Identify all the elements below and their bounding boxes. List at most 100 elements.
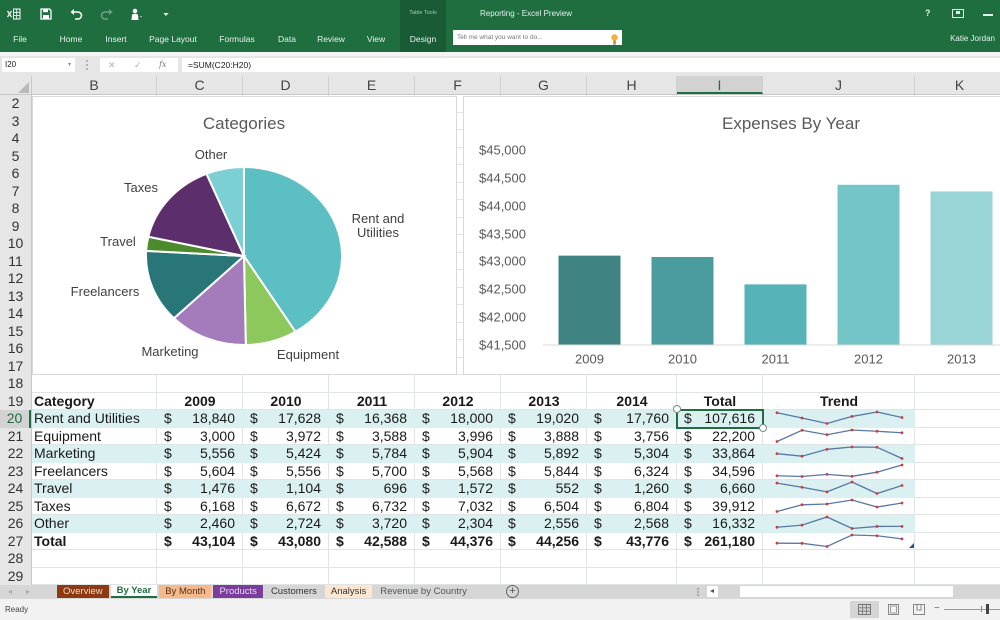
trend-cell[interactable] — [763, 463, 915, 481]
trend-sparkline[interactable] — [763, 428, 915, 446]
value-cell[interactable]: $5,904 — [415, 445, 501, 463]
sheet-tab-by-year[interactable]: By Year — [110, 585, 158, 598]
total-cell[interactable]: $107,616 — [677, 410, 763, 428]
value-cell[interactable]: $3,996 — [415, 428, 501, 446]
total-cell[interactable]: $22,200 — [677, 428, 763, 446]
trend-cell[interactable] — [763, 428, 915, 446]
trend-cell[interactable] — [763, 480, 915, 498]
bar-2011[interactable] — [744, 284, 807, 345]
trend-cell[interactable] — [763, 515, 915, 533]
value-cell[interactable]: $2,568 — [587, 515, 677, 533]
value-cell[interactable]: $5,784 — [329, 445, 415, 463]
value-cell[interactable]: $1,476 — [157, 480, 243, 498]
value-cell[interactable]: $5,700 — [329, 463, 415, 481]
zoom-slider-thumb[interactable] — [986, 604, 989, 614]
value-cell[interactable]: $6,504 — [501, 498, 587, 516]
value-cell[interactable]: $44,256 — [501, 533, 587, 551]
value-cell[interactable]: $7,032 — [415, 498, 501, 516]
value-cell[interactable]: $5,892 — [501, 445, 587, 463]
value-cell[interactable]: $2,460 — [157, 515, 243, 533]
header-year-2011[interactable]: 2011 — [329, 393, 415, 411]
value-cell[interactable]: $3,888 — [501, 428, 587, 446]
total-cell[interactable]: $34,596 — [677, 463, 763, 481]
value-cell[interactable]: $5,424 — [243, 445, 329, 463]
value-cell[interactable]: $1,260 — [587, 480, 677, 498]
value-cell[interactable]: $19,020 — [501, 410, 587, 428]
value-cell[interactable]: $696 — [329, 480, 415, 498]
row-label-taxes[interactable]: Taxes — [32, 498, 157, 516]
value-cell[interactable]: $1,104 — [243, 480, 329, 498]
trend-sparkline[interactable] — [763, 445, 915, 463]
sheet-nav-prev-icon[interactable]: ◂ — [8, 585, 12, 598]
header-year-2012[interactable]: 2012 — [415, 393, 501, 411]
header-total[interactable]: Total — [677, 393, 763, 411]
value-cell[interactable]: $44,376 — [415, 533, 501, 551]
header-trend[interactable]: Trend — [763, 393, 915, 411]
value-cell[interactable]: $3,720 — [329, 515, 415, 533]
new-sheet-button[interactable]: + — [506, 585, 519, 598]
sheet-tab-customers[interactable]: Customers — [264, 585, 323, 598]
selection-handle-bottom-right[interactable] — [759, 424, 767, 432]
value-cell[interactable]: $6,324 — [587, 463, 677, 481]
trend-sparkline[interactable] — [763, 533, 915, 551]
value-cell[interactable]: $5,568 — [415, 463, 501, 481]
sheet-tab-analysis[interactable]: Analysis — [324, 585, 373, 598]
value-cell[interactable]: $43,080 — [243, 533, 329, 551]
trend-sparkline[interactable] — [763, 410, 915, 428]
value-cell[interactable]: $18,840 — [157, 410, 243, 428]
trend-sparkline[interactable] — [763, 480, 915, 498]
header-year-2009[interactable]: 2009 — [157, 393, 243, 411]
header-category[interactable]: Category — [32, 393, 157, 411]
row-label-total[interactable]: Total — [32, 533, 157, 551]
bar-2009[interactable] — [558, 255, 621, 345]
value-cell[interactable]: $5,556 — [243, 463, 329, 481]
value-cell[interactable]: $3,972 — [243, 428, 329, 446]
bar-2010[interactable] — [651, 256, 714, 345]
value-cell[interactable]: $42,588 — [329, 533, 415, 551]
value-cell[interactable]: $6,168 — [157, 498, 243, 516]
trend-sparkline[interactable] — [763, 463, 915, 481]
scroll-left-icon[interactable] — [707, 586, 718, 597]
row-label-other[interactable]: Other — [32, 515, 157, 533]
total-cell[interactable]: $261,180 — [677, 533, 763, 551]
sheet-nav-next-icon[interactable]: ▸ — [26, 585, 30, 598]
header-year-2010[interactable]: 2010 — [243, 393, 329, 411]
row-label-equipment[interactable]: Equipment — [32, 428, 157, 446]
value-cell[interactable]: $2,556 — [501, 515, 587, 533]
value-cell[interactable]: $1,572 — [415, 480, 501, 498]
value-cell[interactable]: $6,732 — [329, 498, 415, 516]
sheet-tab-revenue-by-country[interactable]: Revenue by Country — [374, 585, 473, 598]
sheet-tab-overview[interactable]: Overview — [57, 585, 109, 598]
sheet-tab-by-month[interactable]: By Month — [159, 585, 212, 598]
trend-cell[interactable] — [763, 445, 915, 463]
value-cell[interactable]: $43,776 — [587, 533, 677, 551]
selection-handle-top-left[interactable] — [673, 405, 681, 413]
table-resize-handle[interactable] — [909, 543, 914, 548]
horizontal-scrollbar-thumb[interactable] — [740, 586, 953, 597]
tab-split-handle[interactable] — [697, 588, 699, 596]
row-label-rent-and-utilities[interactable]: Rent and Utilities — [32, 410, 157, 428]
value-cell[interactable]: $16,368 — [329, 410, 415, 428]
total-cell[interactable]: $33,864 — [677, 445, 763, 463]
row-label-freelancers[interactable]: Freelancers — [32, 463, 157, 481]
trend-cell[interactable] — [763, 410, 915, 428]
value-cell[interactable]: $6,804 — [587, 498, 677, 516]
trend-cell[interactable] — [763, 498, 915, 516]
row-label-marketing[interactable]: Marketing — [32, 445, 157, 463]
header-year-2014[interactable]: 2014 — [587, 393, 677, 411]
value-cell[interactable]: $2,724 — [243, 515, 329, 533]
total-cell[interactable]: $6,660 — [677, 480, 763, 498]
value-cell[interactable]: $17,628 — [243, 410, 329, 428]
header-year-2013[interactable]: 2013 — [501, 393, 587, 411]
expenses-by-year-bar-chart[interactable]: Expenses By Year $41,500 $42,000 $42,500 $4… — [463, 96, 1000, 375]
bar-2013[interactable] — [930, 191, 993, 345]
zoom-out-button[interactable]: − — [934, 599, 940, 619]
value-cell[interactable]: $552 — [501, 480, 587, 498]
row-label-travel[interactable]: Travel — [32, 480, 157, 498]
value-cell[interactable]: $43,104 — [157, 533, 243, 551]
value-cell[interactable]: $3,588 — [329, 428, 415, 446]
value-cell[interactable]: $17,760 — [587, 410, 677, 428]
page-break-preview-button[interactable] — [908, 601, 930, 618]
value-cell[interactable]: $3,756 — [587, 428, 677, 446]
value-cell[interactable]: $5,556 — [157, 445, 243, 463]
